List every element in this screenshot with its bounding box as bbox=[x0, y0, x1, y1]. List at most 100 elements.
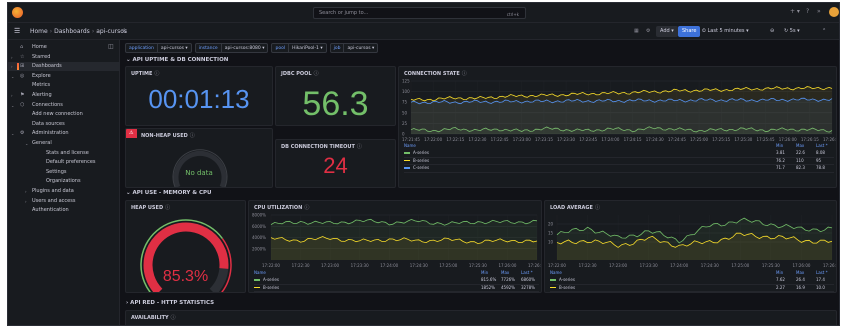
new-plus-icon[interactable]: + ▾ bbox=[790, 8, 800, 15]
expand-chevron-icon[interactable]: › bbox=[25, 187, 27, 196]
legend-min-value: 815.6% bbox=[481, 277, 497, 282]
panel-jdbc-pool[interactable]: JDBC POOL ⓘ 56.3 bbox=[275, 66, 396, 126]
info-icon[interactable]: ⓘ bbox=[357, 144, 362, 150]
expand-chevron-icon[interactable]: ⌄ bbox=[11, 129, 14, 138]
home-icon: ⌂ bbox=[20, 44, 24, 50]
non-heap-gauge bbox=[172, 149, 228, 187]
alert-badge[interactable]: ⚠ bbox=[126, 129, 137, 138]
panel-heap-used[interactable]: HEAP USED ⓘ 85.3% bbox=[125, 200, 246, 293]
expand-chevron-icon[interactable]: › bbox=[11, 62, 13, 71]
row-red-http[interactable]: › API RED - HTTP STATISTICS bbox=[126, 300, 214, 306]
panel-availability[interactable]: AVAILABILITY ⓘ bbox=[125, 310, 837, 325]
sidebar-item-plugins-and-data[interactable]: › Plugins and data bbox=[8, 187, 120, 196]
sidebar-item-label: Stats and license bbox=[46, 149, 89, 156]
breadcrumb-dashboards[interactable]: Dashboards bbox=[54, 28, 90, 35]
menu-icon[interactable]: ☰ bbox=[14, 28, 20, 35]
legend-max-value: 22.6 bbox=[796, 150, 805, 155]
panel-title-text: NON-HEAP USED bbox=[141, 133, 188, 139]
sidebar-item-home[interactable]: ⌂ Home bbox=[8, 43, 120, 52]
collapse-icon[interactable]: ⌃ bbox=[818, 26, 830, 37]
expand-chevron-icon[interactable]: › bbox=[11, 53, 13, 62]
panel-cpu-utilization[interactable]: CPU UTILIZATION ⓘ 8000% 6000% 4000% 2000% 17:… bbox=[248, 200, 542, 293]
x-tick-label: 17:24:30 bbox=[701, 263, 719, 268]
sidebar-item-add-new-connection[interactable]: Add new connection bbox=[8, 110, 120, 119]
expand-chevron-icon[interactable]: ⌄ bbox=[25, 139, 28, 148]
sidebar-item-data-sources[interactable]: Data sources bbox=[8, 120, 120, 129]
news-icon[interactable]: » bbox=[817, 8, 821, 15]
panel-non-heap-used[interactable]: ⚠ NON-HEAP USED ⓘ No data bbox=[125, 128, 273, 188]
expand-chevron-icon[interactable]: ⌄ bbox=[11, 101, 14, 110]
variable-application[interactable]: application api-cursos ▾ bbox=[125, 43, 192, 53]
panel-title: DB CONNECTION TIMEOUT ⓘ bbox=[281, 143, 362, 150]
info-icon[interactable]: ⓘ bbox=[171, 315, 176, 321]
sidebar-item-label: Add new connection bbox=[32, 111, 83, 118]
variable-select[interactable]: HikariPool-1 ▾ bbox=[289, 44, 326, 52]
sidebar-item-settings[interactable]: Settings bbox=[8, 168, 120, 177]
sidebar-item-connections[interactable]: ⌄ ⬡ Connections bbox=[8, 101, 120, 110]
legend-min-value: 2.27 bbox=[776, 284, 785, 290]
user-avatar[interactable] bbox=[829, 7, 839, 17]
panel-load-average[interactable]: LOAD AVERAGE ⓘ 20 15 10 17:22:00 17:22:30 17:2… bbox=[544, 200, 837, 293]
panel-title: AVAILABILITY ⓘ bbox=[131, 314, 176, 321]
legend-header-max: Max bbox=[796, 270, 805, 275]
time-range-picker[interactable]: ⏲ Last 5 minutes ▾ bbox=[698, 26, 753, 37]
expand-chevron-icon[interactable]: › bbox=[25, 197, 27, 206]
legend-series-name: A-series bbox=[413, 150, 429, 155]
zoom-out-icon[interactable]: ⊖ bbox=[766, 26, 778, 37]
connection-state-chart: 125 100 75 50 25 017:21:45 17:22:00 17:22:15 17:… bbox=[402, 79, 836, 143]
breadcrumb: Home › Dashboards › api-cursos bbox=[30, 28, 128, 35]
panel-title: NON-HEAP USED ⓘ bbox=[141, 132, 195, 139]
warning-icon: ⚠ bbox=[129, 130, 134, 136]
sidebar-item-dashboards[interactable]: › ⊞ Dashboards bbox=[8, 62, 120, 72]
info-icon[interactable]: ⓘ bbox=[314, 71, 319, 77]
sidebar-item-metrics[interactable]: Metrics bbox=[8, 81, 120, 90]
sidebar-item-stats-and-license[interactable]: Stats and license bbox=[8, 149, 120, 158]
x-tick-label: 17:26:00 bbox=[792, 263, 810, 268]
panel-uptime[interactable]: UPTIME ⓘ 00:01:13 bbox=[125, 66, 273, 126]
sidebar-item-users-and-access[interactable]: › Users and access bbox=[8, 197, 120, 206]
search-input[interactable]: Search or jump to... ctrl+k bbox=[313, 7, 526, 19]
row-memory-cpu[interactable]: ⌄ API USE - MEMORY & CPU bbox=[126, 190, 212, 196]
sidebar-item-label: Settings bbox=[46, 168, 67, 175]
sidebar-item-administration[interactable]: ⌄ ⚙ Administration bbox=[8, 129, 120, 138]
legend-series-name: A-series bbox=[559, 277, 575, 282]
favorite-star-icon[interactable]: ☆ bbox=[121, 27, 127, 35]
variable-select[interactable]: api-cursos:8080 ▾ bbox=[222, 44, 268, 52]
variable-select[interactable]: api-cursos ▾ bbox=[344, 44, 377, 52]
sidebar-item-alerting[interactable]: › ⚑ Alerting bbox=[8, 91, 120, 100]
sidebar-item-explore[interactable]: ⌄ ◎ Explore bbox=[8, 72, 120, 81]
sidebar-item-authentication[interactable]: Authentication bbox=[8, 206, 120, 215]
info-icon[interactable]: ⓘ bbox=[165, 205, 170, 211]
y-tick-label: 100 bbox=[402, 89, 410, 94]
variable-select[interactable]: api-cursos ▾ bbox=[158, 44, 191, 52]
variable-instance[interactable]: instance api-cursos:8080 ▾ bbox=[194, 43, 269, 53]
panel-connection-state[interactable]: CONNECTION STATE ⓘ 125 100 75 50 25 0 17:21:45 1… bbox=[398, 66, 837, 188]
x-tick-label: 17:24:00 bbox=[601, 137, 619, 142]
expand-chevron-icon[interactable]: › bbox=[11, 91, 13, 100]
heap-used-value: 85.3% bbox=[162, 268, 209, 285]
sidebar-item-organizations[interactable]: Organizations bbox=[8, 177, 120, 186]
legend-swatch bbox=[254, 286, 260, 288]
grafana-logo-icon[interactable] bbox=[12, 7, 23, 18]
x-tick-label: 17:23:45 bbox=[579, 137, 597, 142]
legend-swatch bbox=[550, 279, 556, 281]
info-icon[interactable]: ⓘ bbox=[190, 133, 195, 139]
uptime-value: 00:01:13 bbox=[148, 84, 250, 114]
breadcrumb-home[interactable]: Home bbox=[30, 28, 48, 35]
add-button[interactable]: Add ▾ bbox=[656, 26, 678, 37]
variable-job[interactable]: job api-cursos ▾ bbox=[329, 43, 379, 53]
expand-chevron-icon[interactable]: ⌄ bbox=[11, 72, 14, 81]
row-uptime-db[interactable]: ⌄ API UPTIME & DB CONNECTION bbox=[126, 57, 228, 63]
settings-gear-icon[interactable]: ⚙ bbox=[642, 26, 654, 37]
refresh-button[interactable]: ↻ 5s ▾ bbox=[780, 26, 804, 37]
sidebar-item-starred[interactable]: › ☆ Starred bbox=[8, 53, 120, 62]
gear-icon: ⚙ bbox=[20, 130, 25, 137]
edit-panel-icon[interactable]: ▦ bbox=[630, 26, 643, 37]
info-icon[interactable]: ⓘ bbox=[154, 71, 159, 77]
panel-db-connection-timeout[interactable]: DB CONNECTION TIMEOUT ⓘ 24 bbox=[275, 139, 396, 188]
x-tick-label: 17:26:30 bbox=[528, 263, 542, 268]
sidebar-item-default-preferences[interactable]: Default preferences bbox=[8, 158, 120, 167]
sidebar-item-general[interactable]: ⌄ General bbox=[8, 139, 120, 148]
variable-pool[interactable]: pool HikariPool-1 ▾ bbox=[271, 43, 327, 53]
help-icon[interactable]: ? bbox=[806, 8, 809, 15]
